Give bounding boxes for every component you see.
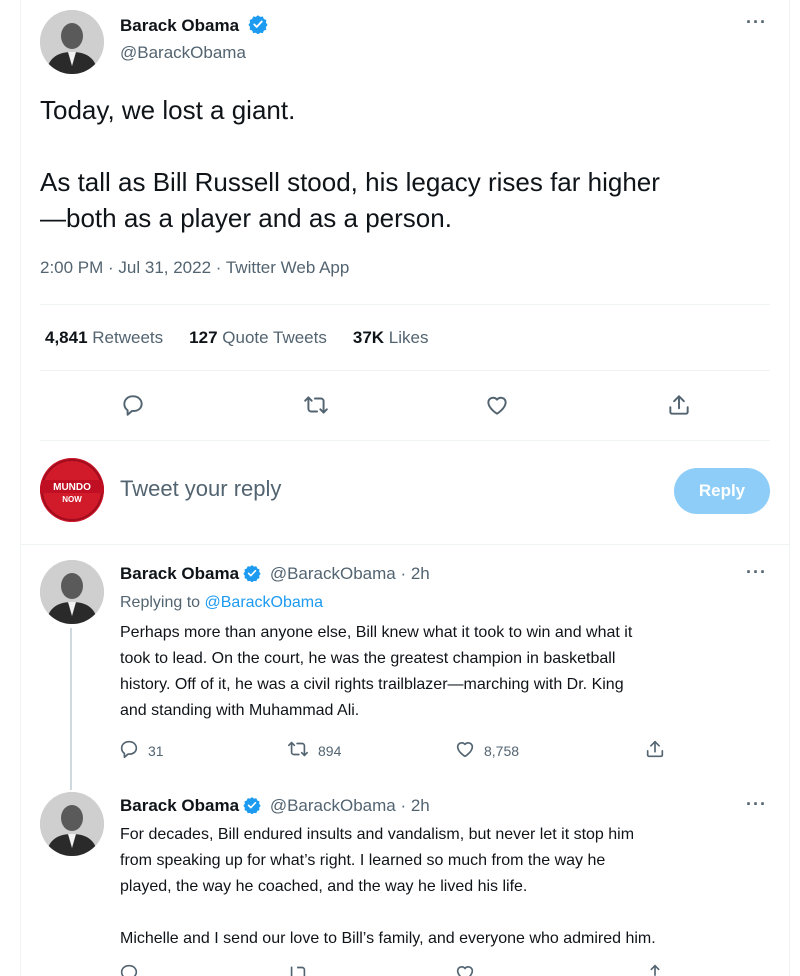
author-handle[interactable]: @BarackObama bbox=[120, 43, 268, 63]
retweet-icon[interactable] bbox=[302, 392, 330, 423]
reply-icon bbox=[118, 738, 140, 763]
tweet-text: Today, we lost a giant. As tall as Bill … bbox=[40, 92, 760, 236]
avatar-text-top: MUNDO bbox=[53, 482, 91, 493]
tweet-time[interactable]: · 2h bbox=[400, 796, 429, 815]
thread-tweet-text: Perhaps more than anyone else, Bill knew… bbox=[120, 620, 760, 724]
quotes-stat[interactable]: 127 Quote Tweets bbox=[189, 328, 327, 348]
thread-author-avatar[interactable] bbox=[40, 792, 104, 856]
like-action[interactable]: 8,758 bbox=[454, 738, 519, 763]
tweet-text-para2-line2: —both as a player and as a person. bbox=[40, 203, 452, 233]
thread-tweet-actions: 31 894 8,758 bbox=[118, 738, 678, 768]
likes-stat[interactable]: 37K Likes bbox=[353, 328, 429, 348]
like-icon[interactable] bbox=[454, 962, 476, 976]
verified-badge-icon bbox=[243, 796, 261, 819]
share-icon[interactable] bbox=[644, 962, 666, 976]
thread-tweet-header: Barack Obama @BarackObama · 2h bbox=[120, 796, 430, 819]
text-line: took to lead. On the court, he was the g… bbox=[120, 650, 616, 667]
retweet-icon[interactable] bbox=[286, 962, 310, 976]
share-icon bbox=[644, 738, 666, 763]
thread-tweet-header: Barack Obama @BarackObama · 2h bbox=[120, 564, 430, 587]
user-avatar[interactable]: MUNDO NOW bbox=[40, 458, 104, 522]
reply-button[interactable]: Reply bbox=[674, 468, 770, 514]
thread-connector bbox=[70, 628, 72, 790]
tweet-stats: 4,841 Retweets 127 Quote Tweets 37K Like… bbox=[45, 328, 428, 348]
thread-tweet-text: For decades, Bill endured insults and va… bbox=[120, 822, 760, 952]
text-line: played, the way he coached, and the way … bbox=[120, 878, 528, 895]
text-line: and standing with Muhammad Ali. bbox=[120, 702, 360, 719]
divider bbox=[40, 304, 770, 305]
quotes-count: 127 bbox=[189, 328, 218, 347]
likes-count: 37K bbox=[352, 328, 385, 347]
replying-handle-link[interactable]: @BarackObama bbox=[205, 594, 324, 611]
quotes-label: Quote Tweets bbox=[222, 328, 327, 347]
replying-to: Replying to @BarackObama bbox=[120, 594, 323, 612]
tweet-text-para2-line1: As tall as Bill Russell stood, his legac… bbox=[40, 167, 660, 197]
timeline-right-border bbox=[789, 0, 790, 976]
text-line: Perhaps more than anyone else, Bill knew… bbox=[120, 624, 633, 641]
tweet-meta[interactable]: 2:00 PM · Jul 31, 2022 · Twitter Web App bbox=[40, 258, 349, 278]
verified-badge-icon bbox=[243, 564, 261, 587]
retweets-stat[interactable]: 4,841 Retweets bbox=[45, 328, 163, 348]
divider bbox=[40, 370, 770, 371]
like-count: 8,758 bbox=[484, 742, 520, 759]
share-icon[interactable] bbox=[666, 392, 692, 423]
retweets-label: Retweets bbox=[92, 328, 164, 347]
divider bbox=[40, 440, 770, 441]
text-line: For decades, Bill endured insults and va… bbox=[120, 826, 635, 843]
text-line: Michelle and I send our love to Bill’s f… bbox=[120, 930, 656, 947]
reply-input[interactable]: Tweet your reply bbox=[120, 476, 281, 502]
author-name[interactable]: Barack Obama bbox=[120, 564, 239, 583]
reply-composer: MUNDO NOW Tweet your reply Reply bbox=[40, 456, 770, 526]
more-icon[interactable]: ··· bbox=[746, 12, 767, 33]
thread-author-avatar[interactable] bbox=[40, 560, 104, 624]
more-icon[interactable]: ··· bbox=[746, 794, 767, 815]
retweet-count: 894 bbox=[318, 742, 342, 759]
tweet-actions bbox=[40, 386, 770, 426]
reply-count: 31 bbox=[148, 742, 164, 759]
reply-icon[interactable] bbox=[120, 392, 146, 423]
retweets-count: 4,841 bbox=[45, 328, 88, 347]
text-line: from speaking up for what’s right. I lea… bbox=[120, 852, 606, 869]
retweet-action[interactable]: 894 bbox=[286, 738, 341, 763]
author-name[interactable]: Barack Obama bbox=[120, 796, 239, 815]
reply-icon[interactable] bbox=[118, 962, 140, 976]
like-icon bbox=[454, 738, 476, 763]
author-name[interactable]: Barack Obama bbox=[120, 16, 239, 35]
tweet-time[interactable]: · 2h bbox=[400, 564, 429, 583]
thread-tweet-actions-partial bbox=[118, 962, 678, 976]
likes-label: Likes bbox=[388, 328, 429, 347]
verified-badge-icon bbox=[248, 14, 268, 39]
like-icon[interactable] bbox=[484, 392, 510, 423]
more-icon[interactable]: ··· bbox=[746, 562, 767, 583]
timeline-left-border bbox=[20, 0, 21, 976]
reply-action[interactable]: 31 bbox=[118, 738, 164, 763]
replying-prefix: Replying to bbox=[120, 594, 201, 611]
author-avatar[interactable] bbox=[40, 10, 104, 74]
author-handle[interactable]: @BarackObama bbox=[270, 564, 396, 583]
share-action[interactable] bbox=[644, 738, 666, 763]
author-handle[interactable]: @BarackObama bbox=[270, 796, 396, 815]
text-line: history. Off of it, he was a civil right… bbox=[120, 676, 624, 693]
divider bbox=[20, 544, 790, 545]
retweet-icon bbox=[286, 738, 310, 763]
avatar-text-bottom: NOW bbox=[62, 495, 82, 504]
author-block: Barack Obama @BarackObama bbox=[120, 14, 268, 63]
tweet-text-para1: Today, we lost a giant. bbox=[40, 95, 296, 125]
